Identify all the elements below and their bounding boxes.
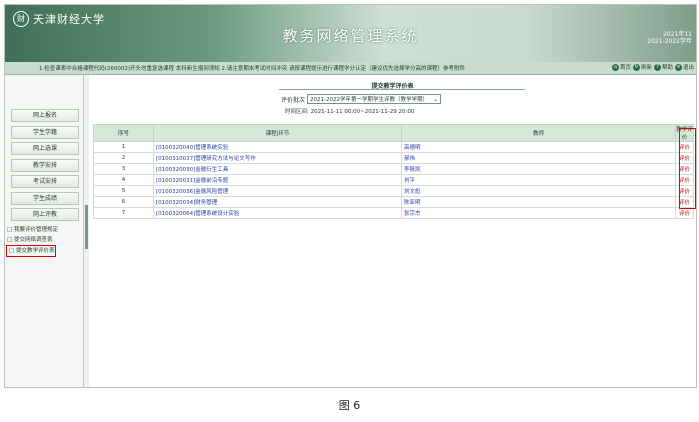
teacher-link[interactable]: 郝伟 <box>401 152 676 164</box>
home-link[interactable]: ⌂ 首页 <box>611 63 631 71</box>
course-link[interactable]: [0100320036]金融风险管理 <box>153 185 402 197</box>
screenshot-frame: 财 天津财经大学 教务网络管理系统 2021年11 2021-2022学年 1.… <box>4 4 697 388</box>
course-link[interactable]: [0100310037]管理研究方法与论文写作 <box>153 152 402 164</box>
menu-item-course-selection[interactable]: 网上选课 <box>11 142 79 155</box>
table-row: 3 [0100320030]金融衍生工具 李振凯 评价 <box>93 163 694 175</box>
row-number: 4 <box>93 174 154 186</box>
row-number: 2 <box>93 152 154 164</box>
menu-item-grades[interactable]: 学生成绩 <box>11 191 79 205</box>
evaluate-link[interactable]: 评价 <box>675 174 694 186</box>
teacher-link[interactable]: 高德明 <box>401 141 676 153</box>
course-link[interactable]: [0100320040]管理系统实验 <box>153 141 402 153</box>
teacher-link[interactable]: 刘平 <box>401 174 676 186</box>
teacher-link[interactable]: 刘文彪 <box>401 185 676 197</box>
row-number: 3 <box>93 163 154 175</box>
header-date: 2021年11 2021-2022学年 <box>647 31 692 45</box>
sublink-evaluation-rules[interactable]: □ 我要评价管理规定 <box>7 225 81 235</box>
header-banner: 财 天津财经大学 教务网络管理系统 2021年11 2021-2022学年 <box>5 5 696 62</box>
row-number: 6 <box>93 196 154 208</box>
row-number: 5 <box>93 185 154 197</box>
col-header-action: 教学评价 <box>675 124 694 142</box>
refresh-link[interactable]: ↻ 刷新 <box>632 63 652 71</box>
course-link[interactable]: [0100320034]财务管理 <box>153 196 402 208</box>
main-menu: 网上报名 学生学籍 网上选课 教学安排 考试安排 学生成绩 网上评教 <box>11 109 79 225</box>
evaluation-table: 序号 课程|环节 教师 教学评价 1 [0100320040]管理系统实验 高德… <box>93 124 694 219</box>
table-row: 4 [0100320031]金融前沿专题 刘平 评价 <box>93 174 694 186</box>
row-number: 1 <box>93 141 154 153</box>
menu-item-registration[interactable]: 网上报名 <box>11 109 79 122</box>
col-header-no: 序号 <box>93 124 154 142</box>
table-row: 1 [0100320040]管理系统实验 高德明 评价 <box>93 141 694 153</box>
help-icon: ? <box>653 63 661 71</box>
table-row: 6 [0100320034]财务管理 陈亚明 评价 <box>93 196 694 208</box>
title-divider <box>279 89 525 90</box>
home-link-label: 首页 <box>619 65 631 71</box>
figure-caption: 图 6 <box>338 399 361 412</box>
batch-select-value: 2021-2022学年第一学期学生评教（教学学期） <box>310 97 428 103</box>
refresh-link-label: 刷新 <box>640 65 652 71</box>
exit-icon: × <box>674 63 682 71</box>
course-link[interactable]: [0100320030]金融衍生工具 <box>153 163 402 175</box>
sublink-network-survey[interactable]: □ 提交网络调查表 <box>7 235 81 245</box>
evaluate-link[interactable]: 评价 <box>675 163 694 175</box>
main-content: 提交教学评价表 评价批次 2021-2022学年第一学期学生评教（教学学期） ⌄… <box>89 75 696 387</box>
evaluate-link[interactable]: 评价 <box>675 196 694 208</box>
menu-item-teaching-schedule[interactable]: 教学安排 <box>11 158 79 172</box>
chevron-down-icon: ⌄ <box>432 96 439 103</box>
menu-item-student-status[interactable]: 学生学籍 <box>11 125 79 139</box>
col-header-course: 课程|环节 <box>153 124 402 142</box>
home-icon: ⌂ <box>611 63 619 71</box>
col-header-teacher: 教师 <box>401 124 676 142</box>
refresh-icon: ↻ <box>632 63 640 71</box>
evaluation-submenu: □ 我要评价管理规定 □ 提交网络调查表 □ 提交教学评价表 <box>6 225 81 257</box>
date-line-2: 2021-2022学年 <box>647 38 692 45</box>
evaluate-link[interactable]: 评价 <box>675 152 694 164</box>
time-range: 时间区间: 2021-11-11 00:00~2021-11-29 20:00 <box>285 107 414 115</box>
batch-filter: 评价批次 2021-2022学年第一学期学生评教（教学学期） ⌄ <box>281 94 442 104</box>
teacher-link[interactable]: 张宗杰 <box>401 207 676 219</box>
top-links: ⌂ 首页 ↻ 刷新 ? 帮助 × 退出 <box>611 63 694 71</box>
teacher-link[interactable]: 陈亚明 <box>401 196 676 208</box>
help-link-label: 帮助 <box>661 65 673 71</box>
system-title: 教务网络管理系统 <box>282 27 419 45</box>
table-row: 7 [0100320064]管理系统设计实验 张宗杰 评价 <box>93 207 694 219</box>
help-link[interactable]: ? 帮助 <box>653 63 673 71</box>
sublink-submit-evaluation[interactable]: □ 提交教学评价表 <box>6 245 56 257</box>
table-header-row: 序号 课程|环节 教师 教学评价 <box>93 124 694 142</box>
evaluate-link[interactable]: 评价 <box>675 141 694 153</box>
time-range-label: 时间区间: <box>285 109 309 115</box>
exit-link[interactable]: × 退出 <box>674 63 694 71</box>
row-number: 7 <box>93 207 154 219</box>
table-row: 2 [0100310037]管理研究方法与论文写作 郝伟 评价 <box>93 152 694 164</box>
batch-filter-label: 评价批次 <box>281 96 306 104</box>
batch-select[interactable]: 2021-2022学年第一学期学生评教（教学学期） ⌄ <box>307 94 442 104</box>
menu-item-evaluation[interactable]: 网上评教 <box>11 208 79 221</box>
notice-bar: 1.检查课表中合格课程代码(260002)开头勿重复选课程 本科新生报到须知 2… <box>5 62 696 75</box>
splitter-handle[interactable] <box>85 205 88 249</box>
evaluate-link[interactable]: 评价 <box>675 185 694 197</box>
course-link[interactable]: [0100320031]金融前沿专题 <box>153 174 402 186</box>
date-line-1: 2021年11 <box>663 31 692 38</box>
notice-marquee: 1.检查课表中合格课程代码(260002)开头勿重复选课程 本科新生报到须知 2… <box>39 66 466 72</box>
teacher-link[interactable]: 李振凯 <box>401 163 676 175</box>
left-sidebar: 网上报名 学生学籍 网上选课 教学安排 考试安排 学生成绩 网上评教 □ 我要评… <box>5 75 84 387</box>
exit-link-label: 退出 <box>682 65 694 71</box>
time-range-value: 2021-11-11 00:00~2021-11-29 20:00 <box>310 109 415 115</box>
course-link[interactable]: [0100320064]管理系统设计实验 <box>153 207 402 219</box>
table-row: 5 [0100320036]金融风险管理 刘文彪 评价 <box>93 185 694 197</box>
evaluate-link[interactable]: 评价 <box>675 207 694 219</box>
menu-item-exam-schedule[interactable]: 考试安排 <box>11 175 79 188</box>
